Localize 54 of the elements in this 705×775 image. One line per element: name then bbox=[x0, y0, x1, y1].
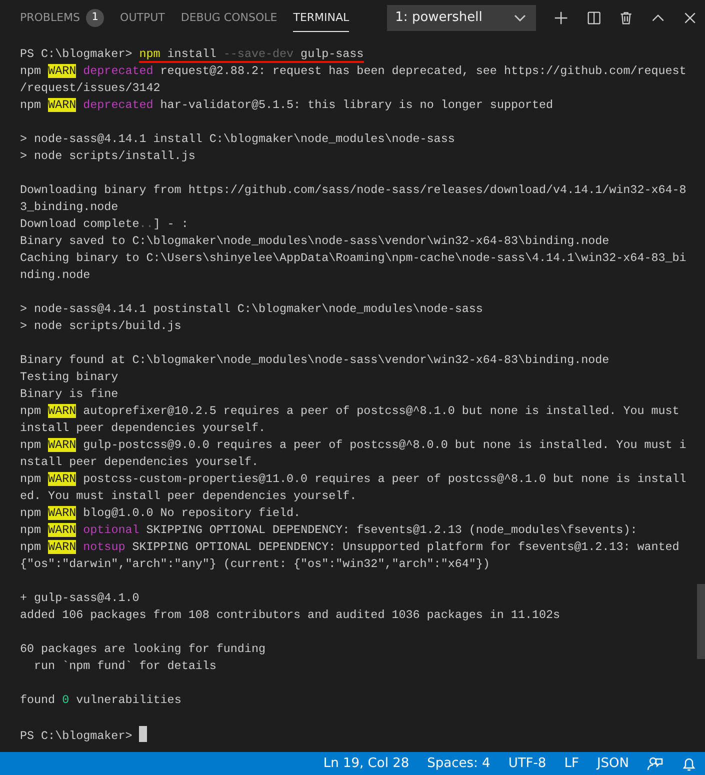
terminal-line: Binary saved to C:\blogmaker\node_modules\node-sass\vendor\win32-x64-83\binding.node bbox=[20, 234, 610, 248]
prompt-text: PS C:\blogmaker> bbox=[20, 729, 134, 743]
terminal-line: /request/issues/3142 bbox=[20, 81, 160, 95]
split-icon[interactable] bbox=[586, 10, 601, 26]
bell-icon[interactable] bbox=[681, 756, 697, 772]
terminal-line: added 106 packages from 108 contributors and audited 1036 packages in 11.102s bbox=[20, 608, 560, 622]
trash-icon[interactable] bbox=[618, 10, 633, 26]
status-item[interactable]: LF bbox=[564, 754, 579, 774]
status-item[interactable]: UTF-8 bbox=[508, 754, 546, 774]
terminal-line: install peer dependencies yourself. bbox=[20, 421, 266, 435]
terminal-line: npm WARN postcss-custom-properties@11.0.0 requires a peer of postcss@^8.1.0 but none is install bbox=[20, 472, 686, 486]
terminal-line: npm WARN optional SKIPPING OPTIONAL DEPENDENCY: fsevents@1.2.13 (node_modules\fsevents): bbox=[20, 523, 638, 537]
status-item[interactable]: Ln 19, Col 28 bbox=[323, 754, 410, 774]
terminal-line: npm WARN deprecated har-validator@5.1.5: this library is no longer supported bbox=[20, 98, 554, 112]
terminal-line: > node-sass@4.14.1 install C:\blogmaker\node_modules\node-sass bbox=[20, 132, 455, 146]
terminal-line: run `npm fund` for details bbox=[33, 659, 216, 673]
terminal-line: Binary found at C:\blogmaker\node_modules\node-sass\vendor\win32-x64-83\binding.node bbox=[20, 353, 610, 367]
terminal-line: nding.node bbox=[20, 268, 90, 282]
terminal-line: > node scripts/build.js bbox=[20, 319, 182, 333]
terminal-line: 3_binding.node bbox=[20, 200, 118, 214]
terminal-line: Caching binary to C:\Users\shinyelee\AppData\Roaming\npm-cache\node-sass\4.14.1\win32-x64-83_bi bbox=[20, 251, 686, 265]
terminal-line: Download complete..] - : bbox=[20, 217, 188, 231]
scrollbar-thumb[interactable] bbox=[697, 584, 705, 659]
terminal-line: npm WARN deprecated request@2.88.2: request has been deprecated, see https://github.com/request bbox=[20, 64, 686, 78]
terminal-line: Binary is fine bbox=[20, 387, 118, 401]
count-badge: 1 bbox=[86, 9, 104, 27]
command-text: npm install --save-dev gulp-sass bbox=[139, 47, 364, 63]
panel-tab[interactable]: DEBUG CONSOLE bbox=[172, 0, 286, 36]
close-icon[interactable] bbox=[682, 10, 698, 26]
terminal-line: Downloading binary from https://github.com/sass/node-sass/releases/download/v4.14.1/win32-x64-8 bbox=[20, 183, 686, 197]
terminal-line: Testing binary bbox=[20, 370, 118, 384]
terminal-line: {"os":"darwin","arch":"any"} (current: {"os":"win32","arch":"x64"}) bbox=[20, 557, 490, 571]
feedback-icon[interactable] bbox=[647, 756, 663, 772]
panel-tab[interactable]: PROBLEMS 1 bbox=[12, 0, 112, 36]
terminal-line: > node scripts/install.js bbox=[20, 149, 196, 163]
chevron-down-icon bbox=[514, 14, 526, 22]
terminal-line: npm WARN autoprefixer@10.2.5 requires a peer of postcss@^8.1.0 but none is installed. You must bbox=[20, 404, 680, 418]
add-icon[interactable] bbox=[554, 10, 569, 26]
panel-tab[interactable]: TERMINAL bbox=[285, 0, 358, 36]
terminal-line: npm WARN blog@1.0.0 No repository field. bbox=[20, 506, 301, 520]
status-item[interactable]: Spaces: 4 bbox=[427, 754, 490, 774]
panel-tab[interactable]: OUTPUT bbox=[112, 0, 173, 36]
terminal-dropdown[interactable]: 1: powershell bbox=[387, 5, 536, 31]
terminal-line: nstall peer dependencies yourself. bbox=[20, 455, 258, 469]
terminal-line: ed. You must install peer dependencies yourself. bbox=[20, 489, 357, 503]
terminal-line: > node-sass@4.14.1 postinstall C:\blogmaker\node_modules\node-sass bbox=[20, 302, 483, 316]
terminal-line: npm WARN notsup SKIPPING OPTIONAL DEPENDENCY: Unsupported platform for fsevents@1.2.13: wanted bbox=[20, 540, 680, 554]
terminal-line: 60 packages are looking for funding bbox=[20, 642, 266, 656]
terminal-line: + gulp-sass@4.1.0 bbox=[20, 591, 140, 605]
status-item[interactable]: JSON bbox=[596, 754, 629, 774]
text-cursor bbox=[139, 726, 148, 742]
prompt-text: PS C:\blogmaker> bbox=[20, 47, 134, 61]
terminal-line: found 0 vulnerabilities bbox=[20, 693, 182, 707]
terminal-line: npm WARN gulp-postcss@9.0.0 requires a peer of postcss@^8.0.0 but none is installed. You must i bbox=[20, 438, 686, 452]
